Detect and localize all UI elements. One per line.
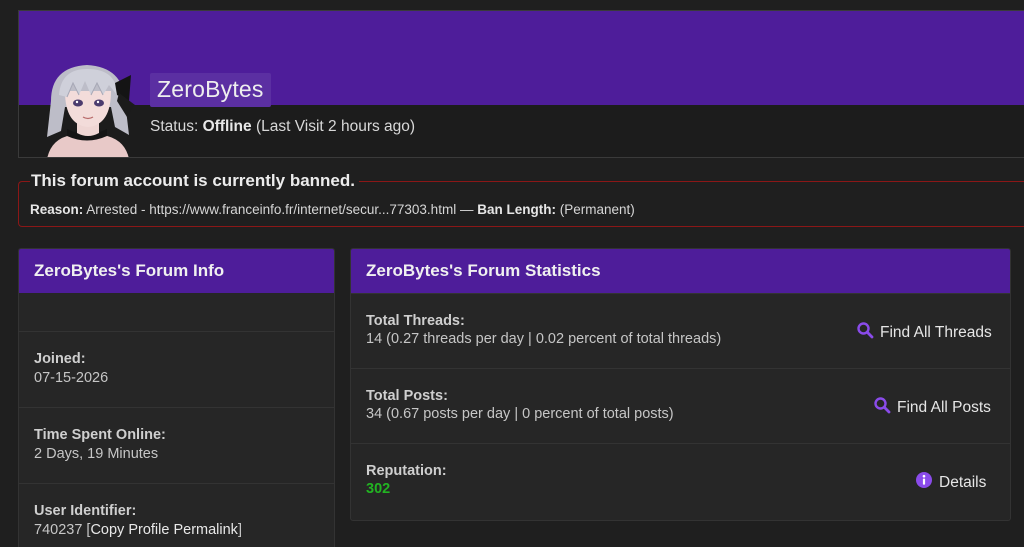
ban-notice: This forum account is currently banned. … <box>18 171 1024 227</box>
find-all-posts-button[interactable]: Find All Posts <box>873 396 991 419</box>
find-all-posts-label: Find All Posts <box>897 398 991 416</box>
reputation-value: 302 <box>366 481 391 497</box>
user-identifier-value-line: 740237 [Copy Profile Permalink] <box>34 522 242 538</box>
forum-info-title: ZeroBytes's Forum Info <box>19 249 334 293</box>
status-label: Status: <box>150 118 203 135</box>
joined-value: 07-15-2026 <box>34 370 109 386</box>
find-all-threads-label: Find All Threads <box>880 323 992 341</box>
reputation-row: Reputation: 302 Details <box>351 443 1010 518</box>
status-value: Offline <box>202 118 252 135</box>
reputation-details-button[interactable]: Details <box>915 471 986 494</box>
forum-info-panel: ZeroBytes's Forum Info Joined: 07-15-202… <box>18 248 335 547</box>
user-identifier-label: User Identifier: <box>34 503 137 519</box>
joined-label: Joined: <box>34 351 86 367</box>
forum-statistics-panel: ZeroBytes's Forum Statistics Total Threa… <box>350 248 1011 521</box>
username-highlight: ZeroBytes <box>150 73 271 107</box>
time-online-row: Time Spent Online: 2 Days, 19 Minutes <box>19 407 334 483</box>
ban-length-value: (Permanent) <box>555 202 635 217</box>
total-posts-row: Total Posts: 34 (0.67 posts per day | 0 … <box>351 368 1010 443</box>
details-label: Details <box>939 473 987 491</box>
status-line: Status: Offline (Last Visit 2 hours ago) <box>150 118 415 136</box>
total-threads-row: Total Threads: 14 (0.27 threads per day … <box>351 293 1010 368</box>
ban-length-label: Ban Length: <box>477 202 556 217</box>
time-online-value: 2 Days, 19 Minutes <box>34 446 159 462</box>
last-visit: (Last Visit 2 hours ago) <box>251 118 416 135</box>
info-icon <box>915 471 939 494</box>
search-icon <box>873 396 897 419</box>
profile-header: ZeroBytes Status: Offline (Last Visit 2 … <box>18 10 1024 158</box>
reputation-label: Reputation: <box>366 463 447 479</box>
ban-detail: Reason: Arrested - https://www.franceinf… <box>30 202 635 217</box>
username: ZeroBytes <box>157 76 264 102</box>
find-all-threads-button[interactable]: Find All Threads <box>856 321 992 344</box>
ban-title: This forum account is currently banned. <box>30 171 359 191</box>
avatar[interactable] <box>37 61 139 157</box>
info-row-empty <box>19 293 334 331</box>
profile-page: ZeroBytes Status: Offline (Last Visit 2 … <box>0 0 1024 547</box>
time-online-label: Time Spent Online: <box>34 427 166 443</box>
copy-permalink-link[interactable]: Copy Profile Permalink <box>90 522 237 538</box>
user-identifier-row: User Identifier: 740237 [Copy Profile Pe… <box>19 483 334 547</box>
joined-row: Joined: 07-15-2026 <box>19 331 334 407</box>
user-identifier-value: 740237 <box>34 522 83 538</box>
ban-reason-label: Reason: <box>30 202 84 217</box>
search-icon <box>856 321 880 344</box>
ban-reason-text: Arrested - https://www.franceinfo.fr/int… <box>83 202 478 217</box>
forum-statistics-title: ZeroBytes's Forum Statistics <box>351 249 1010 293</box>
